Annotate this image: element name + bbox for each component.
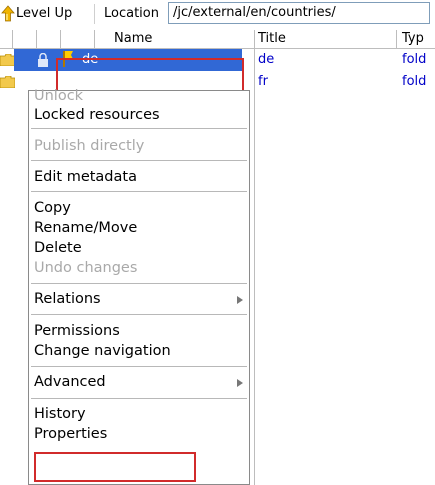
menu-separator bbox=[31, 191, 247, 192]
column-divider bbox=[254, 30, 255, 485]
menu-item-history[interactable]: History bbox=[34, 406, 86, 422]
location-input[interactable]: /jc/external/en/countries/ bbox=[168, 2, 430, 24]
menu-item-advanced[interactable]: Advanced bbox=[34, 374, 106, 390]
level-up-button[interactable]: Level Up bbox=[16, 6, 72, 21]
menu-item-change-navigation[interactable]: Change navigation bbox=[34, 343, 171, 359]
column-divider bbox=[12, 30, 13, 48]
menu-separator bbox=[31, 283, 247, 284]
list-header: Name Title Typ bbox=[0, 30, 435, 49]
highlight-box-properties bbox=[34, 452, 196, 482]
menu-item-undo-changes: Undo changes bbox=[34, 260, 138, 276]
column-header-type[interactable]: Typ bbox=[402, 31, 424, 46]
menu-separator bbox=[31, 398, 247, 399]
level-up-arrow-icon[interactable] bbox=[1, 5, 15, 23]
menu-item-delete[interactable]: Delete bbox=[34, 240, 82, 256]
column-divider bbox=[396, 30, 397, 48]
row-title: de bbox=[258, 52, 275, 67]
location-label: Location bbox=[104, 6, 159, 21]
menu-item-copy[interactable]: Copy bbox=[34, 200, 71, 216]
row-type: fold bbox=[402, 74, 427, 89]
folder-icon bbox=[0, 76, 15, 88]
context-menu: Unlock Locked resources Publish directly… bbox=[28, 88, 250, 485]
row-type: fold bbox=[402, 52, 427, 67]
menu-item-relations[interactable]: Relations bbox=[34, 291, 101, 307]
menu-item-permissions[interactable]: Permissions bbox=[34, 323, 120, 339]
menu-separator bbox=[31, 366, 247, 367]
menu-item-properties[interactable]: Properties bbox=[34, 426, 107, 442]
menu-item-locked-resources[interactable]: Locked resources bbox=[34, 107, 160, 123]
row-title: fr bbox=[258, 74, 268, 89]
toolbar-separator bbox=[94, 4, 95, 24]
submenu-arrow-icon bbox=[237, 379, 243, 387]
folder-icon bbox=[0, 54, 15, 66]
column-divider bbox=[60, 30, 61, 48]
lock-icon bbox=[38, 53, 48, 67]
column-divider bbox=[94, 30, 95, 48]
menu-item-unlock: Unlock bbox=[34, 88, 84, 104]
column-header-name[interactable]: Name bbox=[114, 31, 152, 46]
menu-item-edit-metadata[interactable]: Edit metadata bbox=[34, 169, 137, 185]
submenu-arrow-icon bbox=[237, 296, 243, 304]
menu-separator bbox=[31, 128, 247, 129]
explorer-toolbar: Level Up Location /jc/external/en/countr… bbox=[0, 0, 435, 28]
column-header-title[interactable]: Title bbox=[258, 31, 286, 46]
menu-separator bbox=[31, 160, 247, 161]
column-divider bbox=[36, 30, 37, 48]
menu-item-rename-move[interactable]: Rename/Move bbox=[34, 220, 137, 236]
menu-separator bbox=[31, 314, 247, 315]
menu-item-publish-directly: Publish directly bbox=[34, 138, 145, 154]
